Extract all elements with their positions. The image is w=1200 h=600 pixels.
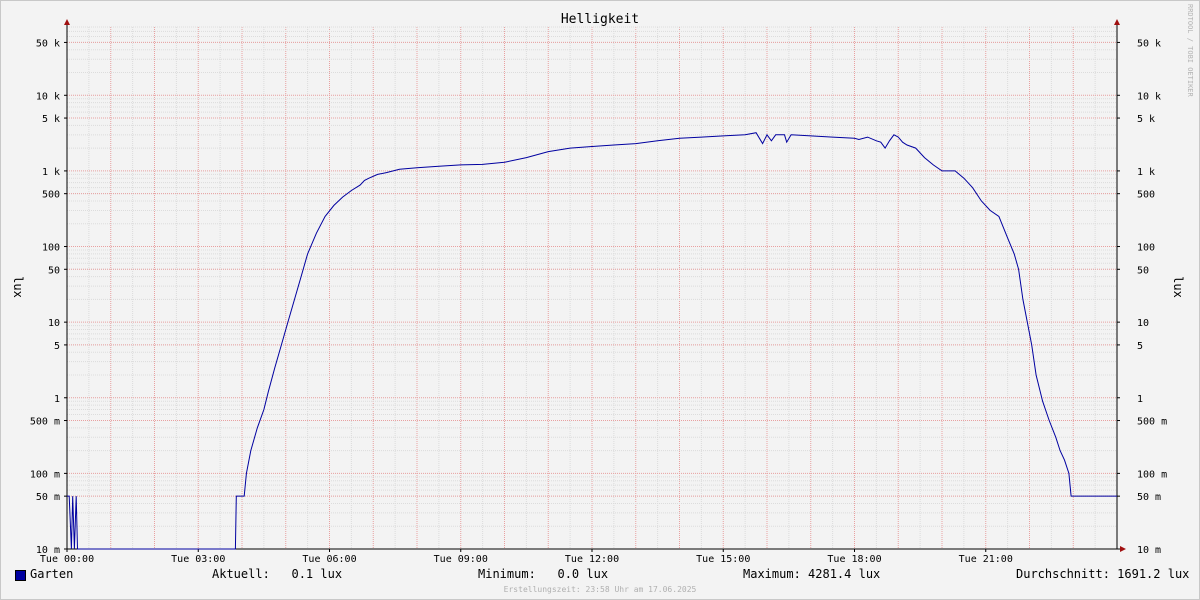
x-tick-label: Tue 09:00 [434, 554, 488, 565]
x-tick-label: Tue 18:00 [827, 554, 881, 565]
y-tick-label-right: 50 m [1137, 492, 1161, 503]
chart-svg: Helligkeit lux lux RRDTOOL / TOBI OETIKE… [11, 4, 1194, 565]
y-tick-label-right: 5 [1137, 341, 1143, 352]
y-tick-label-right: 100 [1137, 243, 1155, 254]
y-tick-label-left: 500 [42, 190, 60, 201]
y-tick-label-right: 10 k [1137, 91, 1161, 102]
y-tick-label-left: 10 k [36, 91, 60, 102]
y-tick-label-right: 10 m [1137, 545, 1161, 556]
legend-series-name: Garten [30, 567, 74, 581]
chart-title: Helligkeit [561, 12, 639, 27]
y-tick-label-left: 10 [48, 318, 60, 329]
arrow-left-top [64, 19, 70, 25]
y-tick-label-right: 100 m [1137, 469, 1167, 480]
y-tick-label-left: 50 m [36, 492, 60, 503]
arrow-right-top [1114, 19, 1120, 25]
x-tick-label: Tue 12:00 [565, 554, 619, 565]
y-tick-label-right: 500 [1137, 190, 1155, 201]
y-tick-label-left: 100 m [30, 469, 60, 480]
y-tick-label-right: 50 [1137, 265, 1149, 276]
y-axis-label-left: lux [11, 276, 25, 298]
x-tick-label: Tue 15:00 [696, 554, 750, 565]
y-tick-label-right: 1 k [1137, 167, 1155, 178]
legend-maximum: Maximum: 4281.4 lux [743, 567, 881, 581]
y-tick-label-right: 5 k [1137, 114, 1155, 125]
y-tick-label-left: 100 [42, 243, 60, 254]
legend-swatch [15, 570, 26, 581]
watermark: RRDTOOL / TOBI OETIKER [1186, 4, 1194, 98]
arrow-x-end [1120, 546, 1126, 552]
legend-aktuell: Aktuell: 0.1 lux [212, 567, 343, 581]
x-tick-label: Tue 00:00 [40, 554, 94, 565]
y-tick-label-right: 10 [1137, 318, 1149, 329]
grid [67, 26, 1117, 549]
y-tick-label-left: 5 [54, 341, 60, 352]
y-tick-label-left: 50 [48, 265, 60, 276]
y-tick-label-left: 5 k [42, 114, 60, 125]
legend-minimum: Minimum: 0.0 lux [478, 567, 609, 581]
y-tick-label-left: 1 k [42, 167, 60, 178]
legend-durchschnitt: Durchschnitt: 1691.2 lux [1016, 567, 1190, 581]
y-tick-label-left: 50 k [36, 38, 60, 49]
y-tick-label-right: 1 [1137, 394, 1143, 405]
y-tick-label-left: 500 m [30, 417, 60, 428]
y-axis-label-right: lux [1171, 276, 1185, 298]
y-tick-label-left: 1 [54, 394, 60, 405]
footer-timestamp: Erstellungszeit: 23:58 Uhr am 17.06.2025 [503, 585, 697, 594]
y-tick-label-right: 500 m [1137, 417, 1167, 428]
x-tick-label: Tue 21:00 [959, 554, 1013, 565]
tick-labels: 50 k 50 k 10 k 10 k 5 k 5 k 1 k 1 k 500 500 100 100… [30, 38, 1167, 565]
y-tick-label-right: 50 k [1137, 38, 1161, 49]
x-tick-label: Tue 03:00 [171, 554, 225, 565]
x-tick-label: Tue 06:00 [302, 554, 356, 565]
